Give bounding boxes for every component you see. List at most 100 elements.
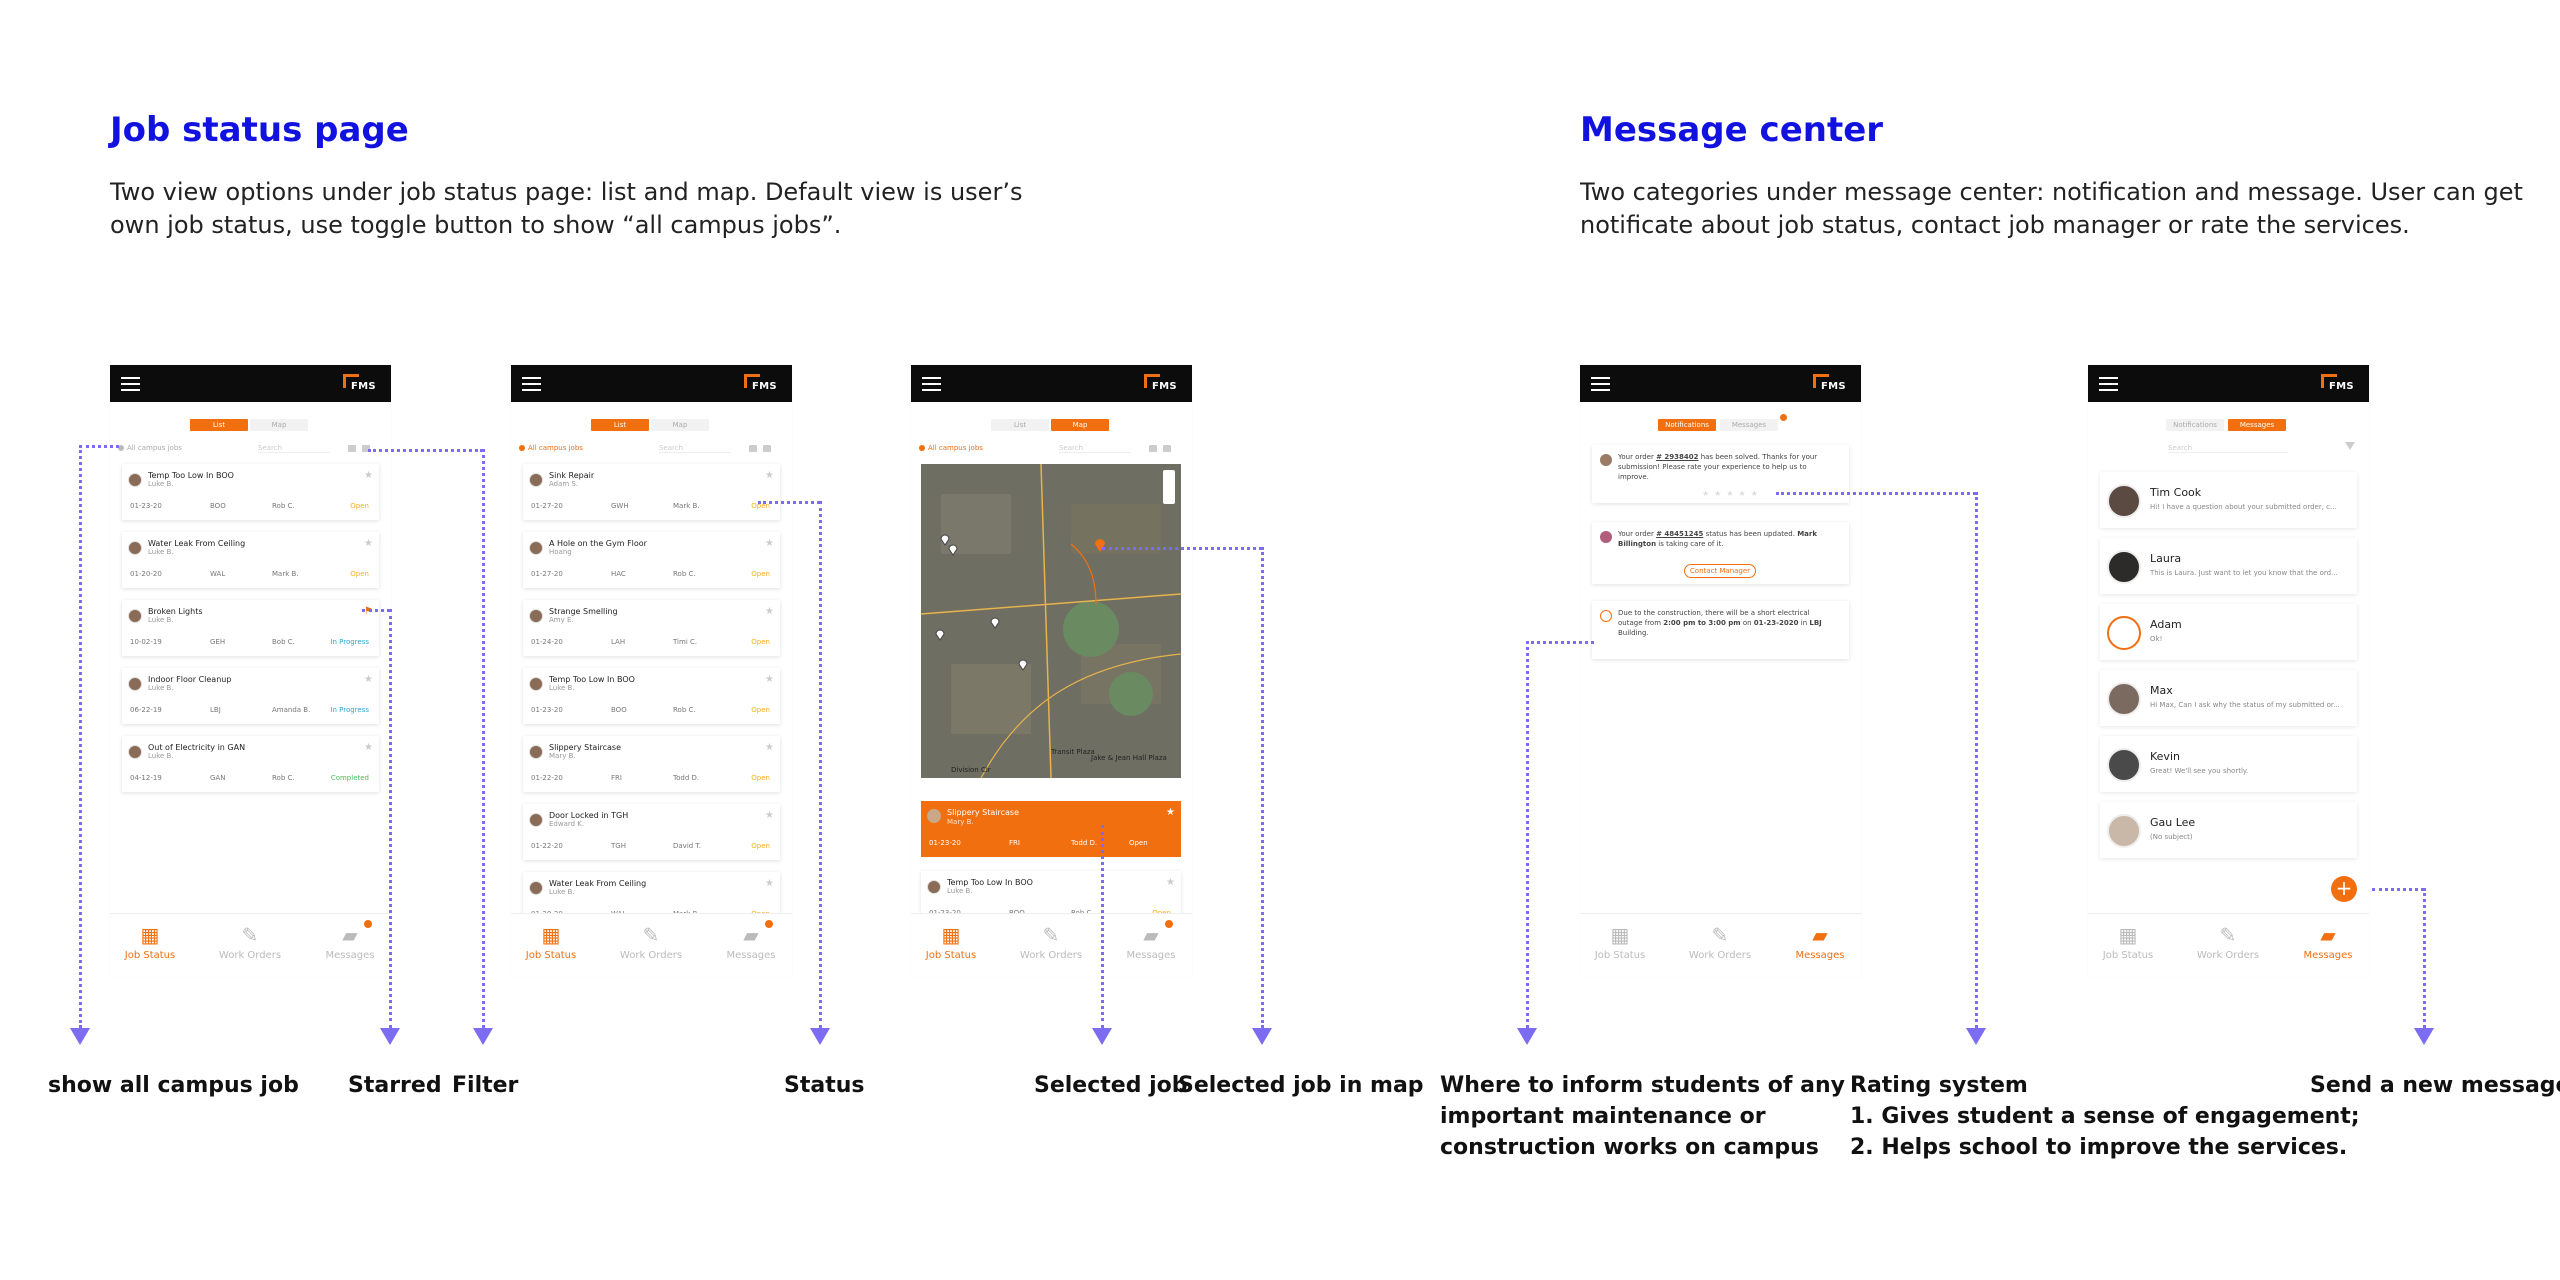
nav-messages[interactable]: ▰ Messages	[1780, 924, 1860, 961]
map-label: Jake & Jean Hall Plaza	[1090, 754, 1167, 762]
search-input[interactable]: Search	[258, 444, 330, 453]
job-date: 01-23-20	[130, 502, 162, 510]
new-message-button[interactable]: +	[2331, 876, 2357, 902]
nav-job-status[interactable]: ▦ Job Status	[511, 924, 591, 961]
star-filter-icon[interactable]	[749, 445, 757, 452]
app-header: FMS	[511, 365, 792, 402]
nav-work-orders[interactable]: ✎ Work Orders	[2188, 924, 2268, 961]
nav-work-orders[interactable]: ✎ Work Orders	[210, 924, 290, 961]
message-icon[interactable]	[763, 445, 771, 452]
job-date: 06-22-19	[130, 706, 162, 714]
tab-map[interactable]: Map	[651, 419, 709, 431]
nav-job-status[interactable]: ▦ Job Status	[1580, 924, 1660, 961]
menu-icon[interactable]	[922, 377, 941, 391]
nav-work-orders[interactable]: ✎ Work Orders	[611, 924, 691, 961]
tab-notifications[interactable]: Notifications	[1658, 419, 1716, 431]
job-building: FRI	[611, 774, 622, 782]
job-status: Open	[751, 774, 770, 782]
star-icon[interactable]: ★	[1166, 877, 1175, 888]
message-thread[interactable]: Adam Ok!	[2100, 604, 2357, 660]
notification-updated[interactable]: Your order # 48451245 status has been up…	[1592, 522, 1849, 584]
job-card[interactable]: Water Leak From CeilingLuke B. ★ 01-20-20 W…	[122, 532, 379, 588]
star-icon[interactable]: ★	[364, 742, 373, 753]
order-link[interactable]: # 2938402	[1656, 453, 1698, 461]
star-icon[interactable]: ★	[1166, 807, 1175, 818]
contact-manager-button[interactable]: Contact Manager	[1684, 564, 1756, 578]
tab-map[interactable]: Map	[250, 419, 308, 431]
menu-icon[interactable]	[2099, 377, 2118, 391]
avatar	[1600, 531, 1612, 543]
selected-job-card[interactable]: Slippery Staircase Mary B. ★ 01-23-20 FR…	[921, 801, 1181, 857]
message-thread[interactable]: Kevin Great! We'll see you shortly.	[2100, 736, 2357, 792]
search-input[interactable]: Search	[659, 444, 731, 453]
job-card[interactable]: A Hole on the Gym Floor Hoang ★ 01-27-20 HAC…	[523, 532, 780, 588]
message-icon[interactable]	[1163, 445, 1171, 452]
app-header: FMS	[110, 365, 391, 402]
tab-list[interactable]: List	[991, 419, 1049, 431]
job-card[interactable]: Broken Lights Luke B. ⚑ 10-02-19 GEH Bob C. In…	[122, 600, 379, 656]
nav-messages[interactable]: ▰ Messages	[711, 924, 791, 961]
star-icon[interactable]: ★	[765, 810, 774, 821]
tab-list[interactable]: List	[591, 419, 649, 431]
job-card[interactable]: Strange Smelling Amy E. ★ 01-24-20 LAH Timi C…	[523, 600, 780, 656]
filter-icon[interactable]	[2345, 442, 2355, 450]
job-building: GEH	[210, 638, 226, 646]
job-card[interactable]: Temp Too Low In BOO Luke B. ★ 01-23-20 BOO Ro…	[122, 464, 379, 520]
job-card[interactable]: Slippery Staircase Mary B. ★ 01-22-20 FRI Tod…	[523, 736, 780, 792]
star-icon[interactable]: ★	[765, 674, 774, 685]
tab-notifications[interactable]: Notifications	[2166, 419, 2224, 431]
message-thread[interactable]: Gau Lee (No subject)	[2100, 802, 2357, 858]
job-date: 01-22-20	[531, 842, 563, 850]
star-icon[interactable]: ★	[364, 538, 373, 549]
job-card[interactable]: Sink Repair Adam S. ★ 01-27-20 GWH Mark B. Ope…	[523, 464, 780, 520]
bottom-nav: ▦ Job Status ✎ Work Orders ▰ Messages	[911, 913, 1192, 977]
star-icon[interactable]: ★	[364, 674, 373, 685]
job-title: Broken Lights	[148, 607, 203, 616]
star-icon[interactable]: ★	[765, 470, 774, 481]
job-card[interactable]: Indoor Floor Cleanup Luke B. ★ 06-22-19 LBJ A…	[122, 668, 379, 724]
tab-map[interactable]: Map	[1051, 419, 1109, 431]
star-icon[interactable]: ★	[765, 538, 774, 549]
job-tech: Rob C.	[673, 706, 696, 714]
tab-list[interactable]: List	[190, 419, 248, 431]
tab-messages[interactable]: Messages	[1720, 419, 1778, 431]
search-input[interactable]: Search	[1059, 444, 1131, 453]
nav-job-status[interactable]: ▦ Job Status	[110, 924, 190, 961]
all-campus-toggle[interactable]	[519, 445, 525, 451]
search-input[interactable]: Search	[2168, 444, 2288, 453]
job-card[interactable]: Door Locked in TGH Edward K. ★ 01-22-20 TGH D…	[523, 804, 780, 860]
nav-job-status[interactable]: ▦ Job Status	[911, 924, 991, 961]
menu-icon[interactable]	[522, 377, 541, 391]
caption-rating: Rating system 1. Gives student a sense o…	[1850, 1070, 2360, 1163]
nav-messages[interactable]: ▰ Messages	[1111, 924, 1191, 961]
order-link[interactable]: # 48451245	[1656, 530, 1703, 538]
rating-stars[interactable]: ★★★★★	[1702, 489, 1763, 499]
message-thread[interactable]: Laura This is Laura. Just want to let you…	[2100, 538, 2357, 594]
menu-icon[interactable]	[121, 377, 140, 391]
job-person: Amy E.	[549, 616, 574, 624]
star-filter-icon[interactable]	[348, 445, 356, 452]
nav-messages[interactable]: ▰ Messages	[2288, 924, 2368, 961]
message-thread[interactable]: Max Hi Max, Can I ask why the status of m…	[2100, 670, 2357, 726]
message-thread[interactable]: Tim Cook Hi! I have a question about your…	[2100, 472, 2357, 528]
notification-outage[interactable]: Due to the construction, there will be a…	[1592, 601, 1849, 659]
star-icon[interactable]: ★	[364, 470, 373, 481]
all-campus-toggle[interactable]	[919, 445, 925, 451]
star-icon[interactable]: ★	[765, 878, 774, 889]
star-icon[interactable]: ★	[765, 742, 774, 753]
job-card[interactable]: Out of Electricity in GAN Luke B. ★ 04-12-1…	[122, 736, 379, 792]
zoom-control[interactable]	[1163, 470, 1175, 504]
nav-messages[interactable]: ▰ Messages	[310, 924, 390, 961]
tab-messages[interactable]: Messages	[2228, 419, 2286, 431]
star-filter-icon[interactable]	[1149, 445, 1157, 452]
wrench-icon: ✎	[1711, 923, 1729, 947]
avatar	[128, 677, 142, 691]
nav-work-orders[interactable]: ✎ Work Orders	[1011, 924, 1091, 961]
nav-job-status[interactable]: ▦ Job Status	[2088, 924, 2168, 961]
star-icon[interactable]: ★	[765, 606, 774, 617]
job-card[interactable]: Temp Too Low In BOO Luke B. ★ 01-23-20 BOO Ro…	[523, 668, 780, 724]
menu-icon[interactable]	[1591, 377, 1610, 391]
notification-badge	[1165, 920, 1173, 928]
campus-map[interactable]: Transit Plaza Jake & Jean Hall Plaza Div…	[921, 464, 1181, 778]
nav-work-orders[interactable]: ✎ Work Orders	[1680, 924, 1760, 961]
